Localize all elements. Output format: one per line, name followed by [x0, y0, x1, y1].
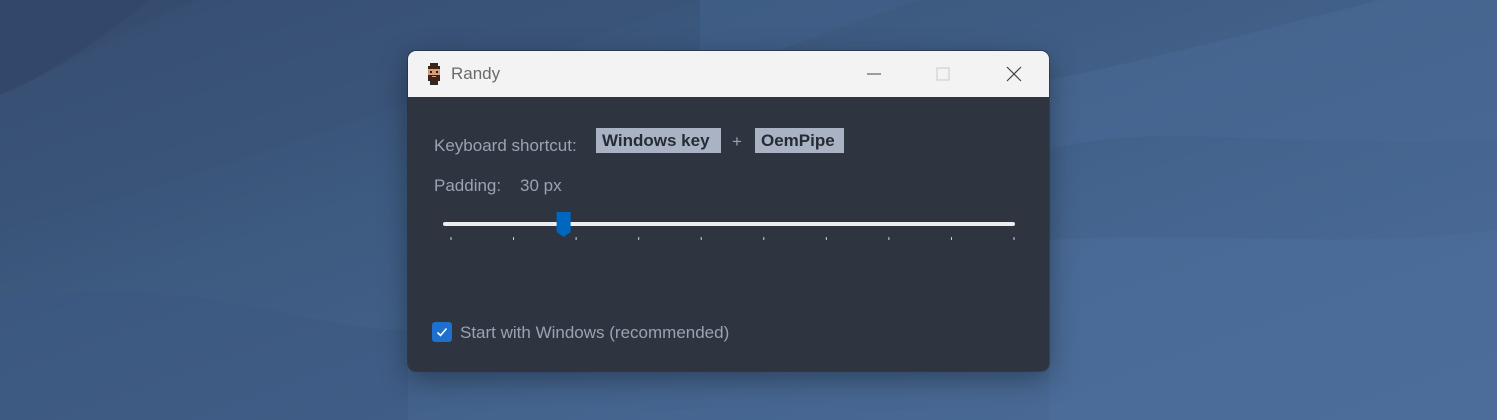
shortcut-plus-sign: + — [732, 132, 742, 151]
padding-slider[interactable] — [434, 207, 1024, 247]
padding-value: 30 px — [520, 176, 562, 195]
slider-track[interactable] — [443, 222, 1015, 226]
keyboard-shortcut-label: Keyboard shortcut: — [434, 136, 577, 155]
start-with-windows-checkbox[interactable] — [432, 322, 452, 342]
checkmark-icon — [436, 327, 448, 337]
shortcut-modifier-key[interactable]: Windows key — [596, 128, 721, 153]
padding-label: Padding: — [434, 176, 502, 195]
settings-panel: Keyboard shortcut: Windows key + OemPipe… — [408, 51, 1049, 371]
shortcut-key[interactable]: OemPipe — [755, 128, 844, 153]
app-window: Randy Keyboard shortcut: Windows key + O… — [408, 51, 1049, 371]
slider-ticks — [450, 237, 1015, 240]
slider-thumb[interactable] — [556, 212, 571, 237]
start-with-windows-label[interactable]: Start with Windows (recommended) — [460, 323, 729, 343]
